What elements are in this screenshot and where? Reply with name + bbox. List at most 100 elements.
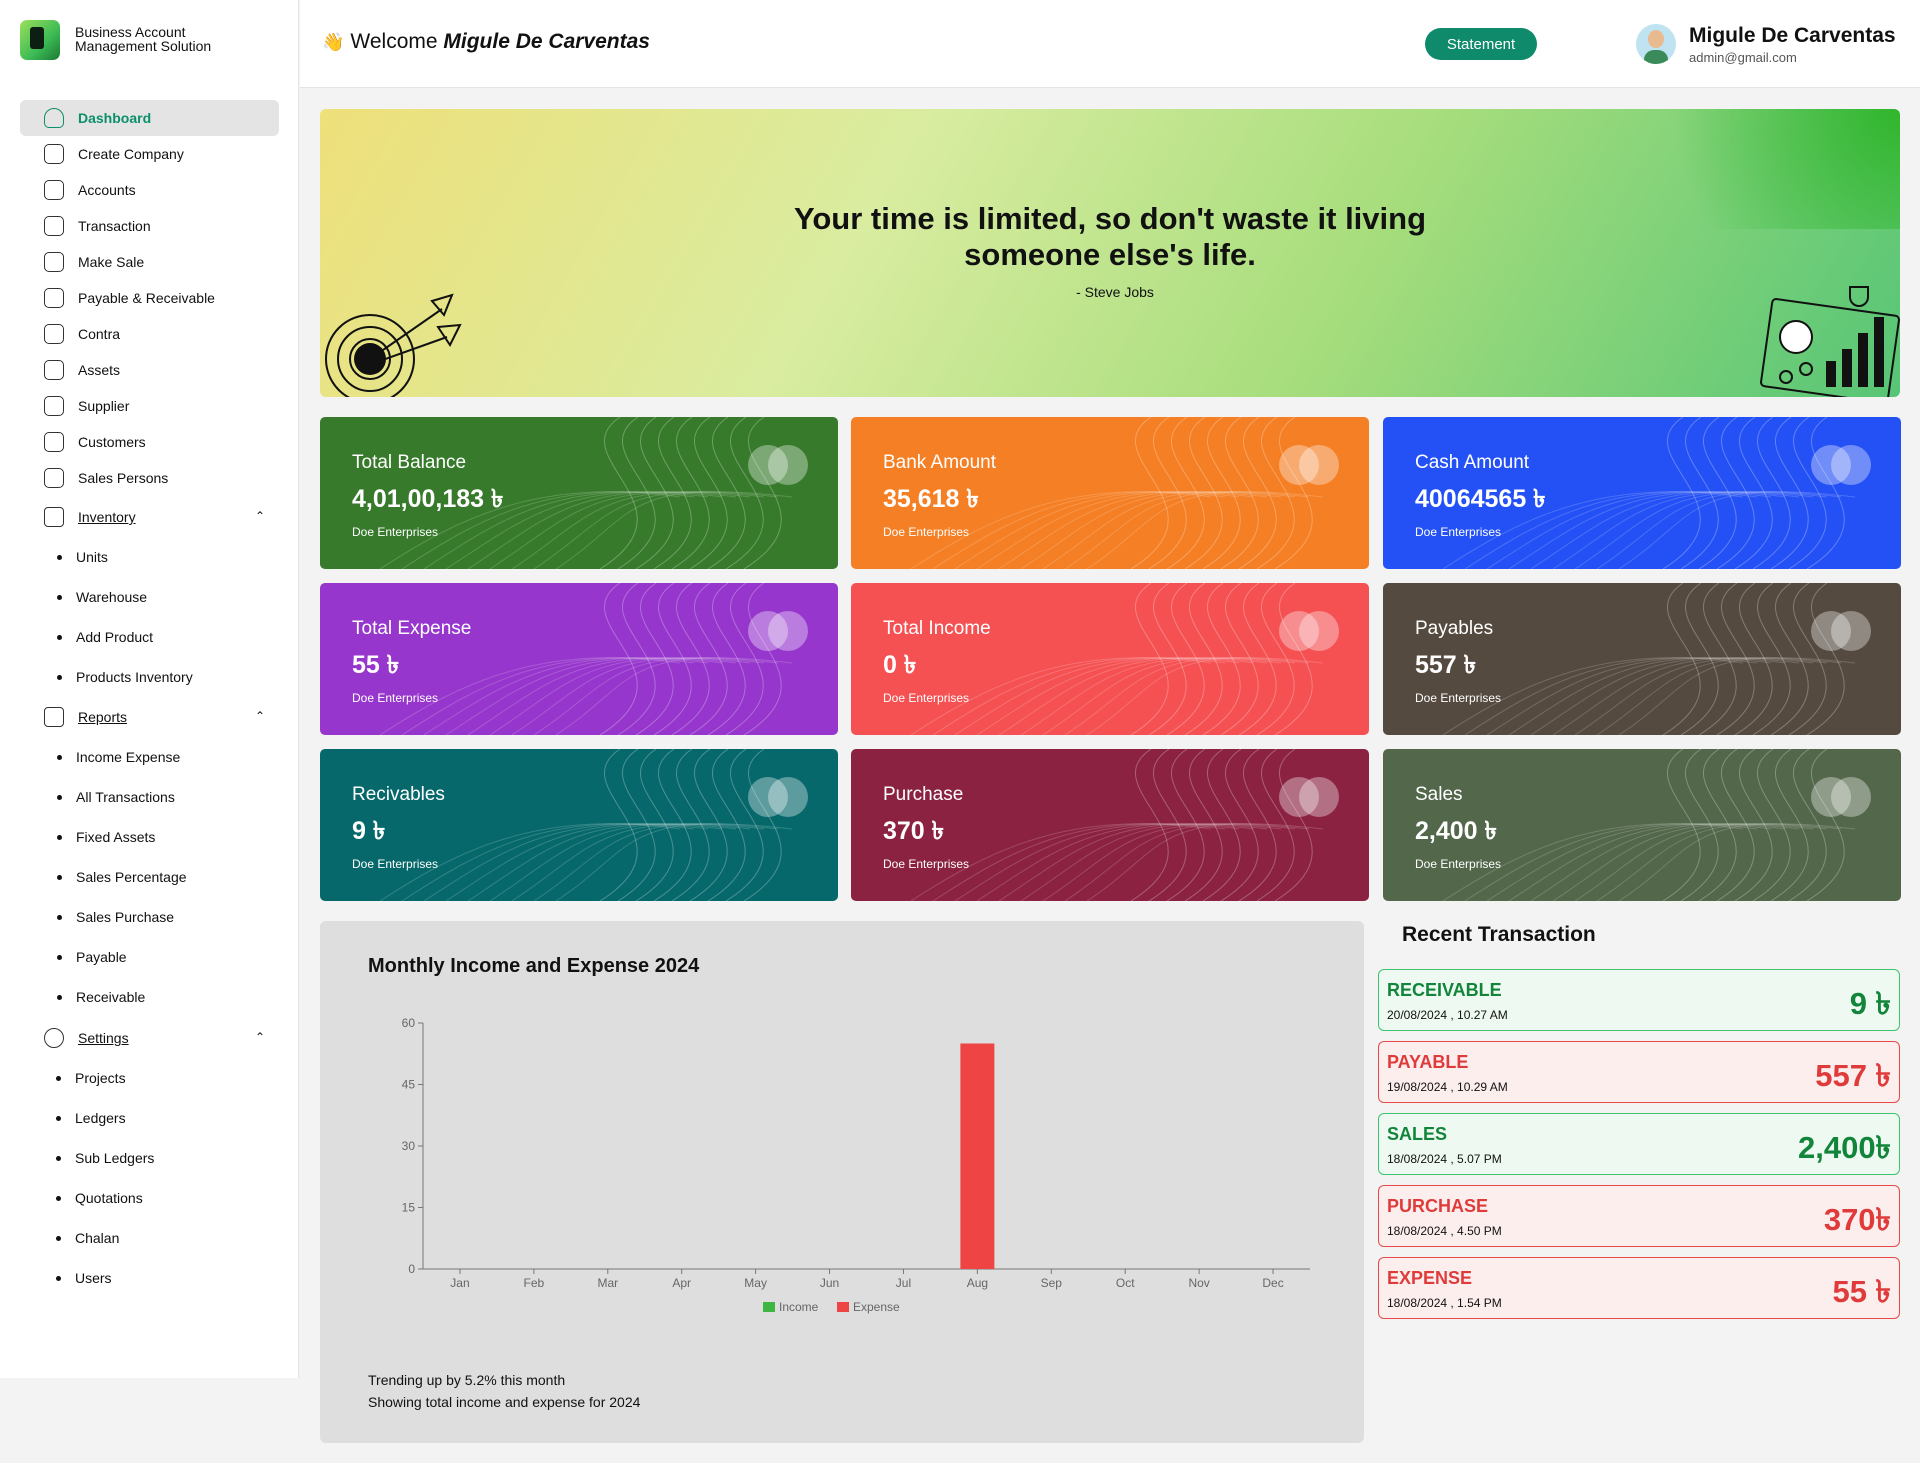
target-arrows-icon: [325, 293, 462, 397]
sidebar-item-create-company[interactable]: Create Company: [20, 136, 279, 172]
sidebar-item-label: Sales Persons: [78, 470, 169, 486]
sidebar-subitem-sub-ledgers[interactable]: Sub Ledgers: [56, 1146, 154, 1170]
avatar[interactable]: [1636, 24, 1676, 64]
card-value: 35,618 ৳: [883, 485, 979, 513]
stat-card-total-expense[interactable]: Total Expense 55 ৳ Doe Enterprises: [320, 583, 838, 735]
x-tick-label: Apr: [672, 1276, 691, 1290]
bullet-icon: [57, 754, 62, 760]
sidebar-item-accounts[interactable]: Accounts: [20, 172, 279, 208]
sidebar-item-assets[interactable]: Assets: [20, 352, 279, 388]
x-tick-label: Dec: [1262, 1276, 1283, 1290]
quote-line2: someone else's life.: [964, 237, 1256, 272]
sidebar-subitem-chalan[interactable]: Chalan: [56, 1226, 119, 1250]
transaction-type: PAYABLE: [1387, 1052, 1469, 1072]
sidebar-item-transaction[interactable]: Transaction: [20, 208, 279, 244]
transaction-item[interactable]: SALES 18/08/2024 , 5.07 PM 2,400৳: [1378, 1113, 1900, 1175]
chevron-up-icon[interactable]: ⌃: [255, 709, 265, 723]
sidebar-subitem-ledgers[interactable]: Ledgers: [56, 1106, 126, 1130]
transaction-item[interactable]: RECEIVABLE 20/08/2024 , 10.27 AM 9 ৳: [1378, 969, 1900, 1031]
sidebar-subitem-all-transactions[interactable]: All Transactions: [57, 785, 175, 809]
stat-card-total-balance[interactable]: Total Balance 4,01,00,183 ৳ Doe Enterprise…: [320, 417, 838, 569]
stat-card-total-income[interactable]: Total Income 0 ৳ Doe Enterprises: [851, 583, 1369, 735]
sidebar-subitem-label: Fixed Assets: [76, 829, 156, 845]
gear-icon: [44, 1028, 64, 1048]
sidebar-subitem-label: All Transactions: [76, 789, 175, 805]
sidebar-item-sales-persons[interactable]: Sales Persons: [20, 460, 279, 496]
sidebar-subitem-warehouse[interactable]: Warehouse: [57, 585, 147, 609]
trend-subtext: Showing total income and expense for 202…: [368, 1394, 641, 1410]
card-title: Payables: [1415, 618, 1494, 639]
y-tick-label: 45: [402, 1078, 416, 1092]
sidebar-subitem-label: Income Expense: [76, 749, 181, 765]
sidebar-subitem-quotations[interactable]: Quotations: [56, 1186, 143, 1210]
sidebar-item-label: Create Company: [78, 146, 184, 162]
wave-pattern: [379, 749, 793, 901]
transaction-item[interactable]: PAYABLE 19/08/2024 , 10.29 AM 557 ৳: [1378, 1041, 1900, 1103]
chevron-up-icon[interactable]: ⌃: [255, 1030, 265, 1044]
sidebar-section-settings[interactable]: Settings ⌃: [20, 1020, 279, 1056]
sidebar-subitem-products-inventory[interactable]: Products Inventory: [57, 665, 193, 689]
sidebar-section-reports[interactable]: Reports ⌃: [20, 699, 279, 735]
x-tick-label: Oct: [1116, 1276, 1135, 1290]
welcome-label: Welcome: [350, 30, 438, 53]
sidebar-section-label: Inventory: [78, 509, 136, 525]
welcome-message: 👋 Welcome Migule De Carventas: [322, 30, 650, 54]
sidebar-subitem-users[interactable]: Users: [56, 1266, 112, 1290]
stat-card-sales[interactable]: Sales 2,400 ৳ Doe Enterprises: [1383, 749, 1901, 901]
sidebar-item-customers[interactable]: Customers: [20, 424, 279, 460]
sidebar-item-label: Contra: [78, 326, 121, 342]
sidebar-item-label: Payable & Receivable: [78, 290, 215, 306]
transaction-amount: 2,400৳: [1797, 1130, 1891, 1165]
sidebar-item-payable-receivable[interactable]: Payable & Receivable: [20, 280, 279, 316]
stat-card-bank-amount[interactable]: Bank Amount 35,618 ৳ Doe Enterprises: [851, 417, 1369, 569]
bullet-icon: [57, 954, 62, 960]
card-title: Sales: [1415, 784, 1463, 805]
sidebar-section-inventory[interactable]: Inventory ⌃: [20, 499, 279, 535]
sidebar-subitem-income-expense[interactable]: Income Expense: [57, 745, 180, 769]
card-value: 9 ৳: [352, 817, 386, 845]
sidebar-subitem-fixed-assets[interactable]: Fixed Assets: [57, 825, 155, 849]
sidebar-subitem-sales-purchase[interactable]: Sales Purchase: [57, 905, 174, 929]
sidebar-item-dashboard[interactable]: Dashboard: [20, 100, 279, 136]
brand-name: Business Account Management Solution: [75, 25, 211, 53]
transaction-item[interactable]: EXPENSE 18/08/2024 , 1.54 PM 55 ৳: [1378, 1257, 1900, 1319]
card-circle-icon: [1299, 611, 1339, 651]
stat-card-payables[interactable]: Payables 557 ৳ Doe Enterprises: [1383, 583, 1901, 735]
transaction-item[interactable]: PURCHASE 18/08/2024 , 4.50 PM 370৳: [1378, 1185, 1900, 1247]
sidebar-subitem-units[interactable]: Units: [57, 545, 108, 569]
sidebar-item-contra[interactable]: Contra: [20, 316, 279, 352]
sidebar-section-label: Reports: [78, 709, 128, 725]
transaction-type: EXPENSE: [1387, 1268, 1473, 1288]
sidebar-subitem-label: Payable: [76, 949, 127, 965]
y-tick-label: 30: [402, 1139, 416, 1153]
legend-swatch-expense: [837, 1302, 849, 1312]
y-tick-label: 0: [408, 1262, 415, 1276]
x-tick-label: Jun: [820, 1276, 839, 1290]
x-tick-label: Nov: [1188, 1276, 1209, 1290]
card-circle-icon: [1831, 445, 1871, 485]
stat-card-recivables[interactable]: Recivables 9 ৳ Doe Enterprises: [320, 749, 838, 901]
sidebar-subitem-add-product[interactable]: Add Product: [57, 625, 153, 649]
transaction-date: 20/08/2024 , 10.27 AM: [1387, 1008, 1508, 1022]
sidebar-subitem-label: Products Inventory: [76, 669, 193, 685]
id-card-icon: [44, 432, 64, 452]
sidebar-item-supplier[interactable]: Supplier: [20, 388, 279, 424]
bullet-icon: [56, 1075, 61, 1081]
bullet-icon: [56, 1235, 61, 1241]
chevron-up-icon[interactable]: ⌃: [255, 509, 265, 523]
sidebar-subitem-sales-percentage[interactable]: Sales Percentage: [57, 865, 187, 889]
transaction-date: 18/08/2024 , 4.50 PM: [1387, 1224, 1502, 1238]
sidebar-subitem-projects[interactable]: Projects: [56, 1066, 126, 1090]
card-company: Doe Enterprises: [352, 691, 439, 705]
card-circle-icon: [1831, 611, 1871, 651]
x-tick-label: May: [744, 1276, 767, 1290]
statement-button[interactable]: Statement: [1425, 28, 1537, 60]
x-tick-label: Aug: [967, 1276, 988, 1290]
stat-card-cash-amount[interactable]: Cash Amount 40064565 ৳ Doe Enterprises: [1383, 417, 1901, 569]
inventory-icon: [44, 507, 64, 527]
transaction-amount: 370৳: [1823, 1202, 1891, 1237]
stat-card-purchase[interactable]: Purchase 370 ৳ Doe Enterprises: [851, 749, 1369, 901]
sidebar-item-make-sale[interactable]: Make Sale: [20, 244, 279, 280]
sidebar-subitem-receivable[interactable]: Receivable: [57, 985, 145, 1009]
sidebar-subitem-payable[interactable]: Payable: [57, 945, 127, 969]
